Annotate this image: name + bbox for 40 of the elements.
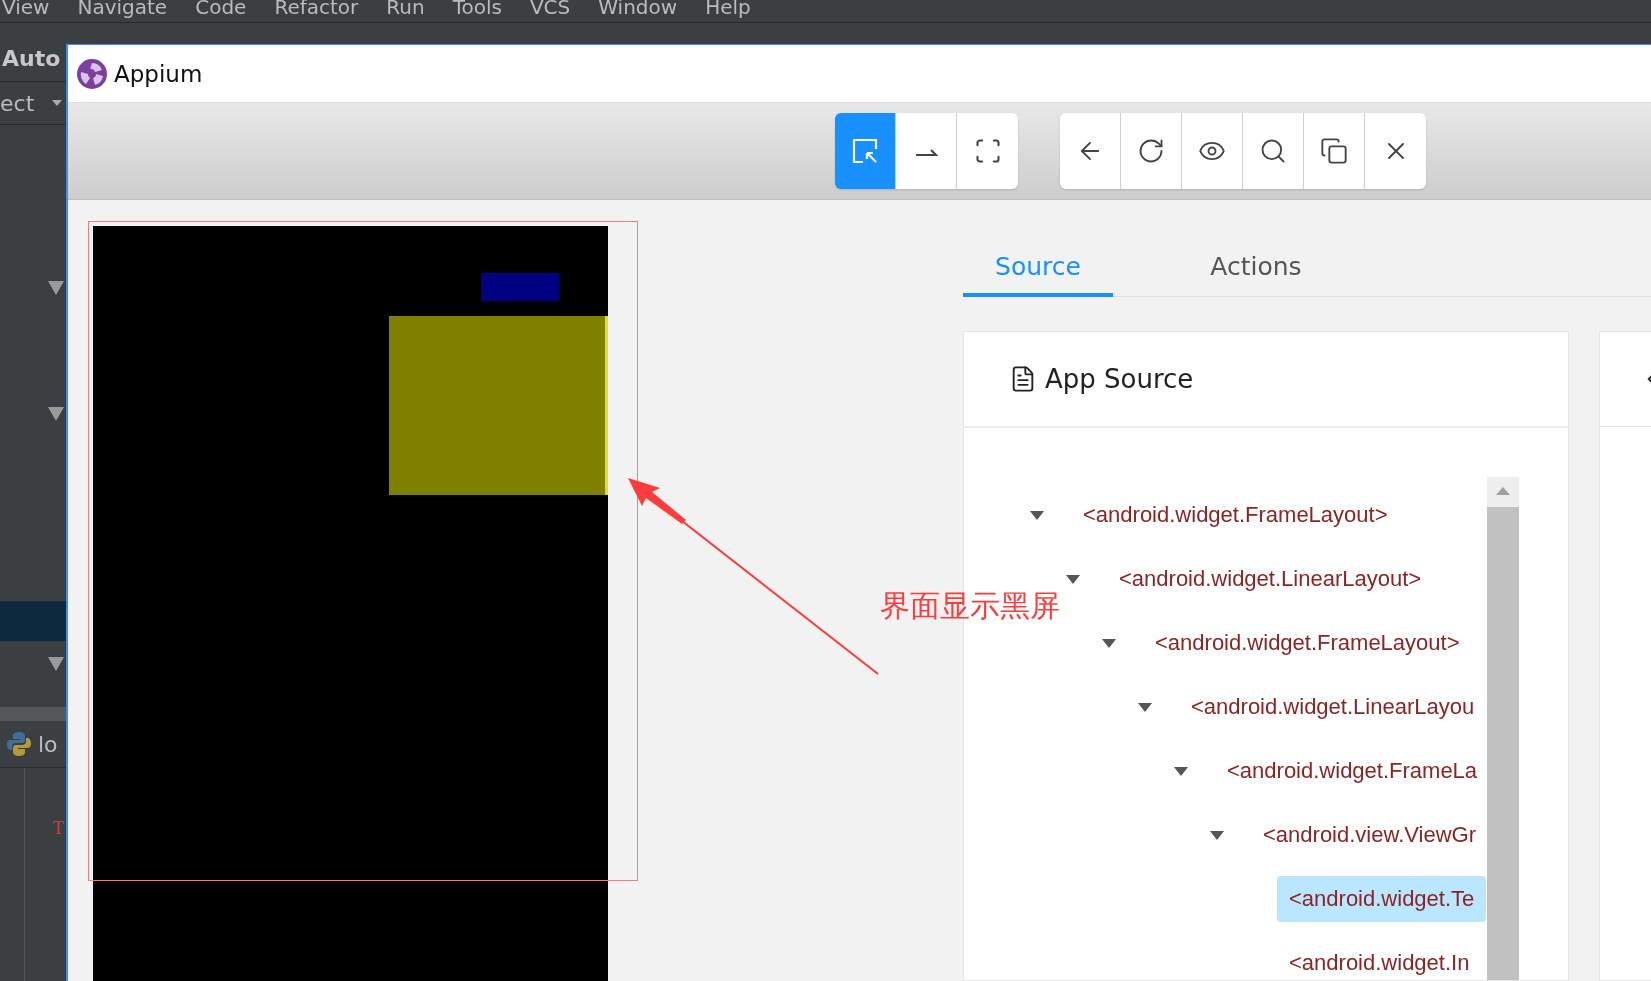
copy-icon (1320, 137, 1348, 165)
tree-node[interactable]: <android.widget.FrameLayout> (1071, 492, 1400, 538)
expand-caret-icon[interactable] (1030, 510, 1044, 520)
tree-node[interactable]: <android.view.ViewGr (1251, 812, 1487, 858)
tap-icon (973, 137, 1002, 165)
window-title: Appium (114, 60, 203, 87)
tab[interactable]: Actions (1181, 239, 1331, 297)
menu-item[interactable]: Run (386, 0, 425, 18)
expand-caret-icon[interactable] (1210, 830, 1224, 840)
app-logo-icon (76, 57, 108, 90)
expand-caret-icon[interactable] (1102, 638, 1116, 648)
file-tab-label[interactable]: lo (38, 731, 58, 757)
python-icon (6, 731, 32, 757)
card-title: App Source (1045, 364, 1194, 394)
expand-caret-icon[interactable] (1138, 702, 1152, 712)
dropdown-caret-icon[interactable] (52, 100, 62, 106)
mode-button[interactable] (835, 113, 896, 189)
expand-caret-icon[interactable] (1066, 574, 1080, 584)
tree-node[interactable]: <android.widget.In (1277, 940, 1482, 980)
tree-node[interactable]: <android.widget.FrameLayout> (1143, 620, 1472, 666)
tree-node[interactable]: <android.widget.LinearLayout> (1107, 556, 1434, 602)
toolbar-button[interactable] (1182, 113, 1243, 189)
tree-node[interactable]: <android.widget.Te (1277, 876, 1487, 922)
search-icon (1259, 137, 1287, 165)
tree-node[interactable]: <android.widget.FrameLa (1215, 748, 1487, 794)
toolbar-button[interactable] (1243, 113, 1304, 189)
refresh-icon (1137, 137, 1165, 165)
collapse-triangle-icon[interactable] (48, 281, 64, 295)
collapse-triangle-icon[interactable] (48, 407, 64, 421)
code-char: T (53, 818, 64, 839)
tab[interactable]: Source (963, 239, 1113, 297)
toolbar-button[interactable] (1121, 113, 1182, 189)
panel-title: Auto (1, 45, 62, 73)
tree-node[interactable]: <android.widget.LinearLayou (1179, 684, 1487, 730)
toolbar-button[interactable] (1304, 113, 1365, 189)
scrollbar[interactable] (1487, 477, 1519, 980)
expand-caret-icon[interactable] (1174, 766, 1188, 776)
collapse-triangle-icon[interactable] (48, 657, 64, 671)
annotation-text: 界面显示黑屏 (880, 587, 1060, 625)
select-element-icon (852, 138, 878, 164)
